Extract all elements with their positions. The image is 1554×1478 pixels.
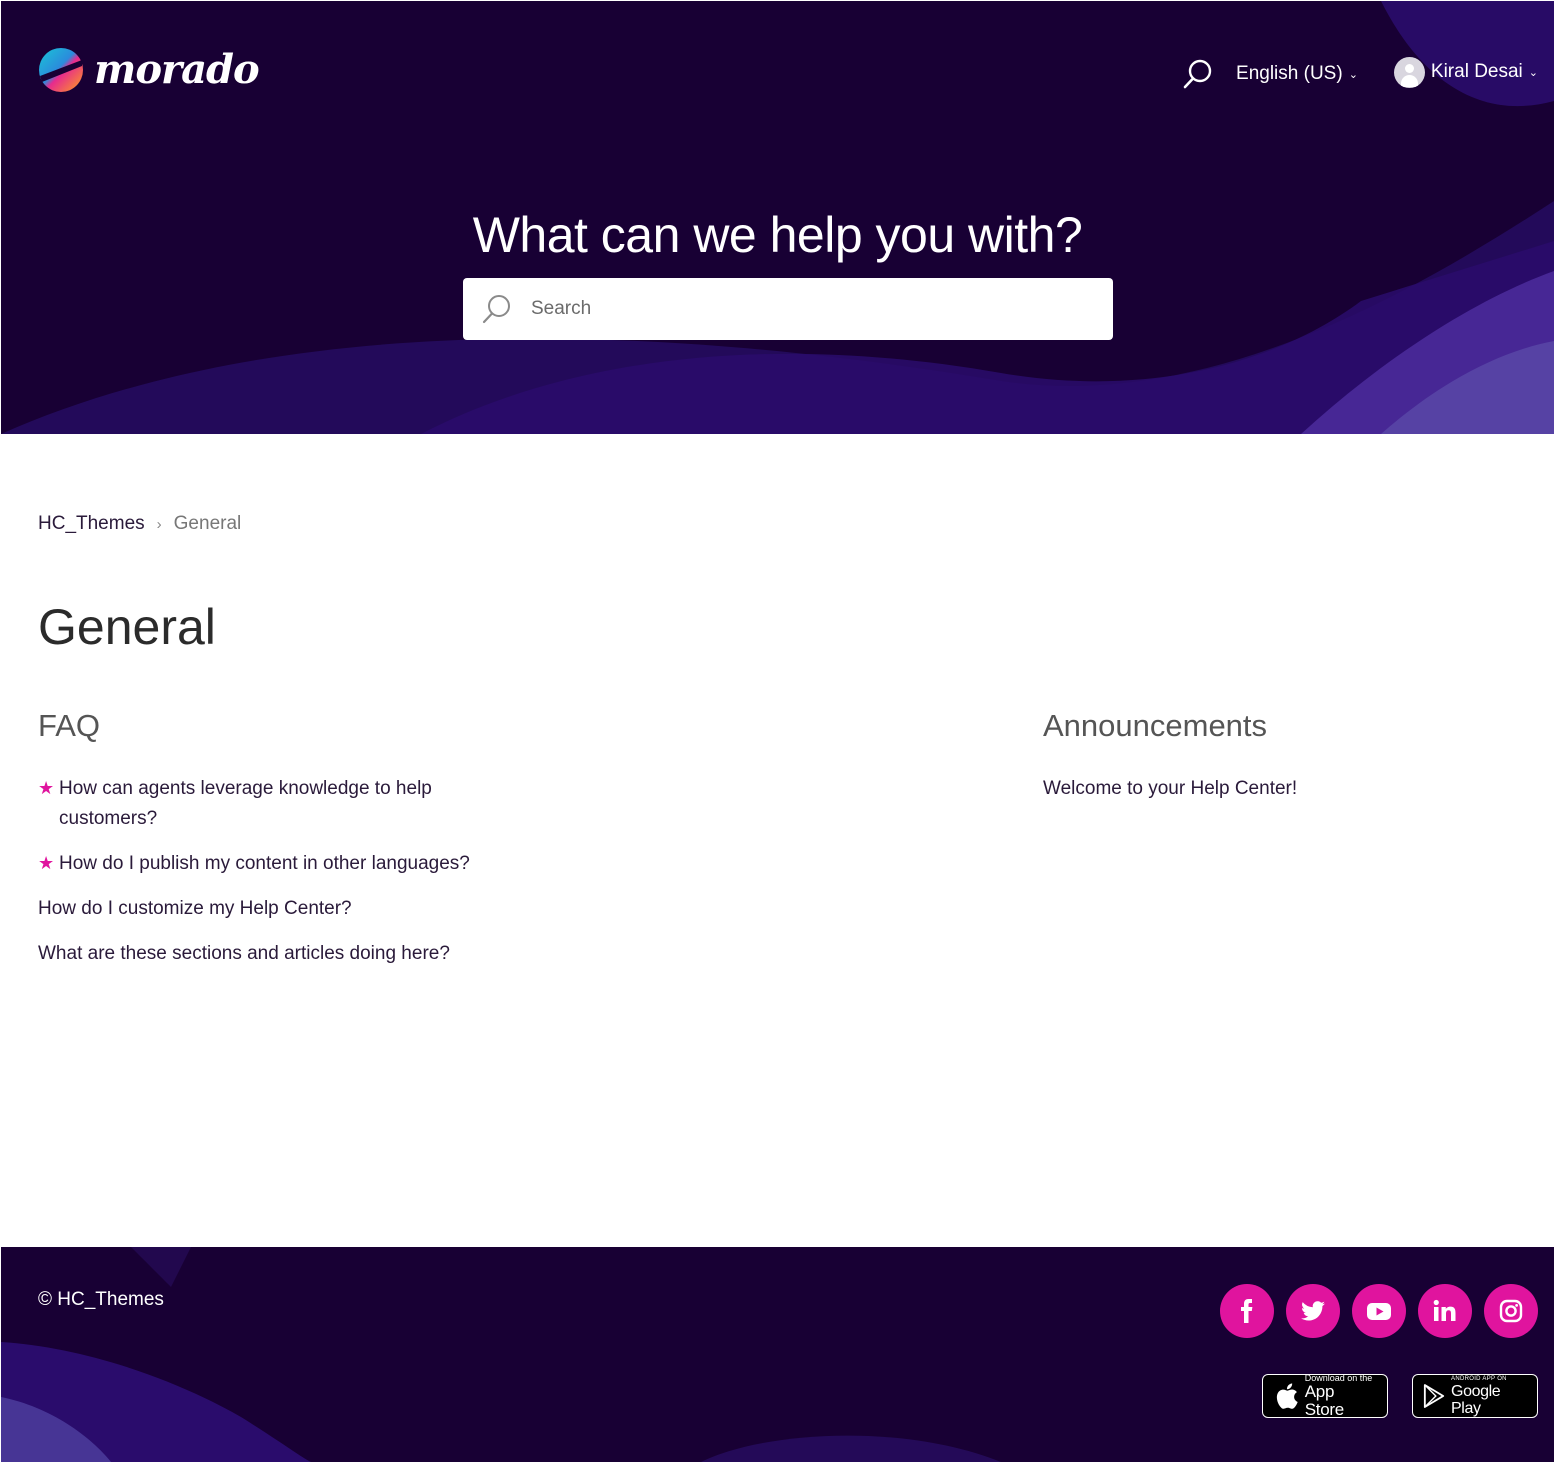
promoted-star-icon: ★ bbox=[38, 778, 55, 798]
brand-logo[interactable]: morado bbox=[38, 46, 260, 94]
language-label: English (US) bbox=[1236, 63, 1343, 84]
footer-background-waves bbox=[1, 1247, 1001, 1462]
instagram-link[interactable] bbox=[1484, 1284, 1538, 1338]
section-faq: FAQ ★ How can agents leverage knowledge … bbox=[38, 708, 508, 984]
hero-header: morado English (US) ⌄ Kiral Desai ⌄ What… bbox=[1, 1, 1554, 434]
article-title: What are these sections and articles doi… bbox=[38, 943, 450, 964]
chevron-down-icon: ⌄ bbox=[1348, 68, 1358, 81]
linkedin-icon bbox=[1433, 1299, 1456, 1321]
section-title-faq[interactable]: FAQ bbox=[38, 708, 508, 744]
page-title: General bbox=[38, 599, 216, 655]
article-link[interactable]: How do I customize my Help Center? bbox=[38, 894, 508, 924]
breadcrumb-separator: › bbox=[156, 515, 162, 533]
logo-wordmark: morado bbox=[94, 46, 260, 93]
google-play-small-text: ANDROID APP ON bbox=[1451, 1375, 1507, 1382]
logo-mark-icon bbox=[39, 48, 83, 92]
section-title-announcements[interactable]: Announcements bbox=[1043, 708, 1523, 744]
copyright-text: © HC_Themes bbox=[38, 1289, 164, 1310]
facebook-icon bbox=[1241, 1299, 1253, 1323]
section-announcements: Announcements Welcome to your Help Cente… bbox=[1043, 708, 1523, 819]
language-selector[interactable]: English (US) ⌄ bbox=[1236, 63, 1358, 85]
app-store-badge[interactable]: Download on the App Store bbox=[1262, 1373, 1388, 1419]
twitter-icon bbox=[1301, 1301, 1325, 1321]
avatar bbox=[1393, 56, 1425, 88]
article-title: How do I publish my content in other lan… bbox=[59, 853, 470, 874]
article-link[interactable]: ★ How do I publish my content in other l… bbox=[38, 849, 508, 879]
article-title: How can agents leverage knowledge to hel… bbox=[59, 778, 432, 829]
youtube-icon bbox=[1367, 1303, 1391, 1320]
hero-title: What can we help you with? bbox=[472, 207, 1083, 263]
twitter-link[interactable] bbox=[1286, 1284, 1340, 1338]
app-store-big-text: App Store bbox=[1304, 1382, 1344, 1419]
search-bar[interactable] bbox=[463, 278, 1113, 340]
article-link[interactable]: What are these sections and articles doi… bbox=[38, 939, 508, 969]
linkedin-link[interactable] bbox=[1418, 1284, 1472, 1338]
play-icon bbox=[1423, 1384, 1445, 1408]
promoted-star-icon: ★ bbox=[38, 853, 55, 873]
user-name: Kiral Desai bbox=[1430, 61, 1523, 82]
search-icon[interactable] bbox=[1182, 57, 1214, 91]
search-input[interactable] bbox=[531, 298, 1091, 320]
youtube-link[interactable] bbox=[1352, 1284, 1406, 1338]
breadcrumb: HC_Themes › General bbox=[38, 513, 241, 535]
social-links bbox=[1220, 1284, 1538, 1338]
breadcrumb-current: General bbox=[173, 513, 242, 534]
page-bottom-margin bbox=[0, 1462, 1554, 1478]
apple-icon bbox=[1276, 1383, 1298, 1409]
page-footer: © HC_Themes Download on the App Store AN… bbox=[1, 1247, 1554, 1462]
chevron-down-icon: ⌄ bbox=[1528, 66, 1538, 79]
article-title: How do I customize my Help Center? bbox=[38, 898, 352, 919]
google-play-big-text: Google Play bbox=[1451, 1382, 1501, 1417]
facebook-link[interactable] bbox=[1220, 1284, 1274, 1338]
user-menu[interactable]: Kiral Desai ⌄ bbox=[1393, 56, 1538, 88]
article-title: Welcome to your Help Center! bbox=[1043, 778, 1298, 799]
top-navigation: English (US) ⌄ Kiral Desai ⌄ bbox=[1182, 56, 1538, 91]
article-link[interactable]: Welcome to your Help Center! bbox=[1043, 774, 1523, 804]
breadcrumb-root-link[interactable]: HC_Themes bbox=[38, 513, 145, 535]
instagram-icon bbox=[1499, 1299, 1523, 1323]
app-badges: Download on the App Store ANDROID APP ON… bbox=[1262, 1373, 1538, 1419]
article-link[interactable]: ★ How can agents leverage knowledge to h… bbox=[38, 774, 508, 834]
search-icon bbox=[482, 295, 510, 324]
google-play-badge[interactable]: ANDROID APP ON Google Play bbox=[1412, 1374, 1538, 1418]
